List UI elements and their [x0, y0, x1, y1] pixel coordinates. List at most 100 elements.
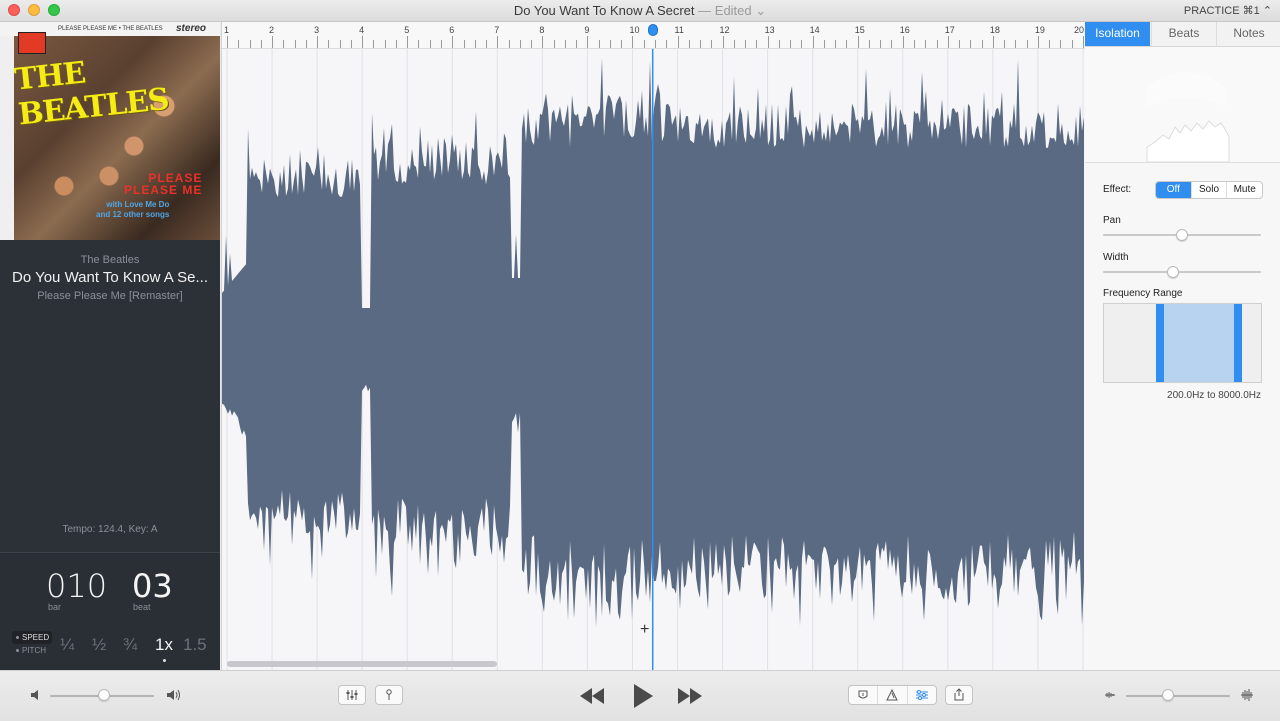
speed-1-5[interactable]: 1.5 [183, 635, 207, 655]
practice-mode-label[interactable]: PRACTICE ⌘1 ⌃ [1184, 4, 1272, 17]
ruler-bar-11: 11 [674, 25, 684, 35]
album-art-subtitle: with Love Me Do and 12 other songs [96, 200, 169, 220]
ruler-bar-6: 6 [449, 25, 455, 35]
marker-button[interactable] [375, 685, 403, 705]
effect-solo-option[interactable]: Solo [1190, 182, 1227, 198]
edited-indicator[interactable]: — Edited ⌄ [698, 3, 766, 18]
parlophone-logo-icon [18, 32, 46, 54]
window-title: Do You Want To Know A Secret — Edited ⌄ [0, 3, 1280, 19]
speed-half[interactable]: ½ [92, 635, 106, 655]
track-album: Please Please Me [Remaster] [37, 290, 183, 302]
track-title: Do You Want To Know A Se... [12, 269, 208, 286]
ruler-bar-4: 4 [359, 25, 365, 35]
album-art-sub2: and 12 other songs [96, 210, 170, 219]
ruler-bar-5: 5 [404, 25, 410, 35]
equalizer-icon [915, 690, 928, 700]
mixer-icon [346, 690, 358, 700]
bottom-toolbar [0, 670, 1280, 721]
track-artist: The Beatles [80, 254, 140, 266]
rewind-icon[interactable] [578, 681, 606, 711]
marker-icon [386, 689, 392, 700]
album-art-spine [0, 36, 14, 240]
ruler-bar-7: 7 [494, 25, 500, 35]
effect-off-option[interactable]: Off [1156, 182, 1191, 198]
beat-label: beat [133, 602, 151, 612]
zoom-slider-knob[interactable] [1161, 689, 1174, 701]
window-title-text: Do You Want To Know A Secret [513, 3, 695, 18]
zoom-in-waveform-icon [1241, 689, 1253, 701]
speed-toggle[interactable]: SPEED [12, 631, 52, 644]
volume-slider[interactable] [50, 689, 154, 701]
width-slider-knob[interactable] [1166, 266, 1179, 278]
ruler-bar-3: 3 [314, 25, 320, 35]
effect-mute-option[interactable]: Mute [1226, 182, 1262, 198]
effect-selector[interactable]: Off Solo Mute [1155, 181, 1263, 199]
track-sidebar: PLEASE PLEASE ME • THE BEATLES stereo TH… [0, 22, 220, 671]
horizontal-scrollbar[interactable] [227, 661, 497, 667]
album-art-title-line2: PLEASE ME [124, 183, 203, 197]
ruler-bar-20: 20 [1073, 25, 1084, 35]
album-art: PLEASE PLEASE ME • THE BEATLES stereo TH… [0, 22, 220, 240]
ruler-bar-17: 17 [944, 25, 955, 35]
effect-label: Effect: [1103, 184, 1132, 195]
tab-beats[interactable]: Beats [1151, 22, 1216, 46]
width-label: Width [1103, 252, 1129, 263]
panel-tabs: Isolation Beats Notes [1085, 22, 1280, 47]
selected-speed-dot [163, 659, 166, 662]
ruler-bar-9: 9 [584, 25, 590, 35]
tab-isolation[interactable]: Isolation [1085, 22, 1150, 46]
pitch-toggle[interactable]: PITCH [12, 644, 52, 657]
track-info: The Beatles Do You Want To Know A Se... … [0, 240, 220, 302]
play-icon[interactable] [631, 680, 655, 712]
share-button[interactable] [945, 685, 973, 705]
title-bar: Do You Want To Know A Secret — Edited ⌄ … [0, 0, 1280, 22]
waveform-canvas[interactable] [222, 22, 1085, 670]
bar-counter: 010 [46, 567, 108, 605]
album-art-sub1: with Love Me Do [106, 200, 170, 209]
frequency-range-selector[interactable] [1103, 303, 1262, 383]
speed-options: ¼ ½ ¾ 1x 1.5 [60, 635, 220, 662]
speaker-high-icon [167, 689, 180, 701]
speed-quarter[interactable]: ¼ [60, 635, 74, 655]
ruler-bar-19: 19 [1034, 25, 1045, 35]
frequency-range-selection[interactable] [1156, 304, 1242, 382]
width-slider[interactable] [1103, 266, 1261, 278]
ruler-bar-1: 1 [224, 25, 230, 35]
pan-slider[interactable] [1103, 229, 1261, 241]
ruler-bar-10: 10 [629, 25, 640, 35]
tuner-icon [886, 688, 899, 701]
tab-notes[interactable]: Notes [1216, 22, 1280, 46]
eq-button[interactable] [906, 686, 936, 704]
volume-slider-knob[interactable] [98, 689, 111, 701]
pan-slider-knob[interactable] [1176, 229, 1188, 241]
pan-label: Pan [1103, 215, 1121, 226]
waveform-area[interactable]: 1 2 3 4 5 6 7 8 9 10 11 12 13 14 15 16 17 18 19 20 + [221, 22, 1086, 670]
album-art-title: PLEASE PLEASE ME [124, 172, 202, 196]
loop-button[interactable] [849, 686, 877, 704]
album-art-header-text: PLEASE PLEASE ME • THE BEATLES [58, 26, 163, 32]
ruler-bar-18: 18 [989, 25, 1000, 35]
speaker-low-icon [31, 690, 38, 700]
beat-counter: 03 [132, 567, 173, 605]
mixer-button[interactable] [338, 685, 366, 705]
playhead-handle[interactable] [647, 24, 658, 36]
spectrum-graph [1146, 72, 1230, 163]
view-options-group [848, 685, 937, 705]
zoom-slider[interactable] [1126, 689, 1230, 701]
ruler-bar-2: 2 [269, 25, 275, 35]
share-icon [954, 688, 964, 701]
fast-forward-icon[interactable] [676, 681, 704, 711]
frequency-range-label: Frequency Range [1103, 288, 1183, 299]
ruler-bar-12: 12 [719, 25, 730, 35]
spectrum-display [1085, 47, 1280, 163]
tempo-key[interactable]: Tempo: 124.4, Key: A [0, 524, 220, 535]
position-counter: 010 bar 03 beat SPEED PITCH ¼ ½ ¾ 1x 1.5 [0, 552, 220, 671]
tuner-button[interactable] [877, 686, 906, 704]
shield-icon [858, 690, 868, 699]
speed-three-quarter[interactable]: ¾ [123, 635, 137, 655]
album-art-stereo: stereo [175, 23, 206, 34]
speed-pitch-toggle[interactable]: SPEED PITCH [12, 631, 52, 659]
speed-1x[interactable]: 1x [155, 635, 173, 655]
ruler-bar-13: 13 [764, 25, 775, 35]
zoom-out-waveform-icon [1105, 692, 1115, 698]
